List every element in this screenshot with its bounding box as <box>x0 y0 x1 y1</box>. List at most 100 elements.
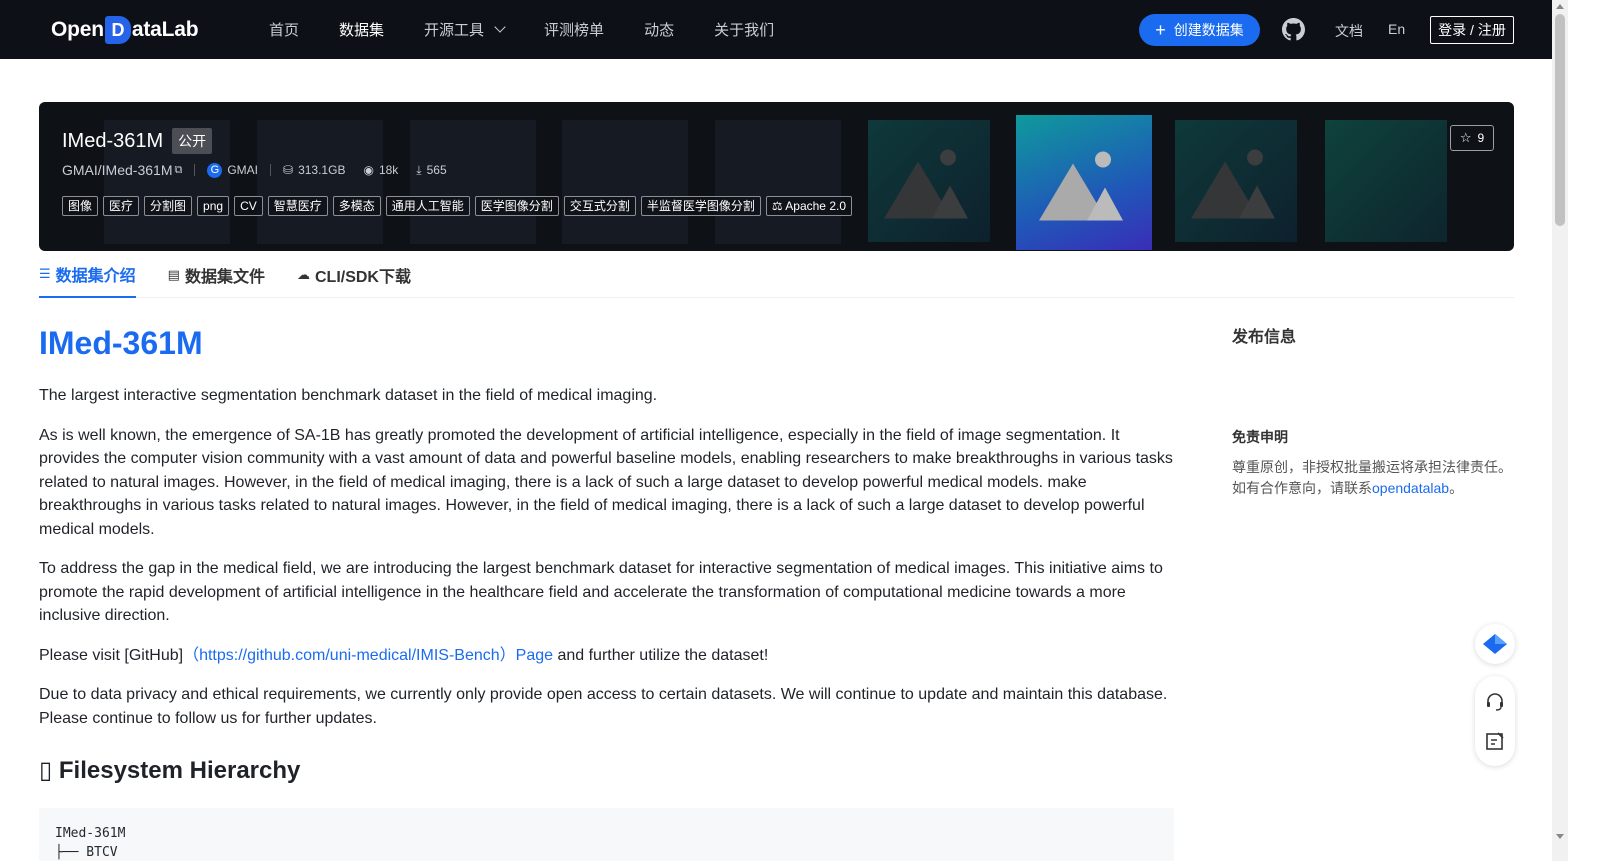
scrollbar[interactable] <box>1552 0 1568 861</box>
tag[interactable]: 医疗 <box>103 196 140 216</box>
preview-thumbnail[interactable] <box>868 120 990 242</box>
scroll-up-arrow-icon[interactable] <box>1556 4 1564 9</box>
org-name[interactable]: GMAI <box>227 163 258 177</box>
download-icon: ⤓ <box>416 162 422 177</box>
dataset-title: IMed-361M <box>62 129 164 152</box>
nav-item-leaderboard[interactable]: 评测榜单 <box>544 19 604 40</box>
tab-intro[interactable]: ☰ 数据集介绍 <box>39 258 136 298</box>
database-icon: ☰ <box>39 266 51 281</box>
tag[interactable]: 通用人工智能 <box>385 196 470 216</box>
preview-thumbnail[interactable] <box>1175 120 1297 242</box>
logo-text-datalab: ataLab <box>131 18 199 41</box>
views-stat: ◉ 18k <box>363 163 398 177</box>
license-label: Apache 2.0 <box>785 199 846 213</box>
file-icon: ▤ <box>167 267 180 282</box>
readme-text: and further utilize the dataset! <box>553 646 769 664</box>
star-count: 9 <box>1477 131 1485 145</box>
create-dataset-button[interactable]: + 创建数据集 <box>1139 14 1260 46</box>
dataset-banner: IMed-361M 公开 ☆ 9 GMAI/IMed-361M ⧉ G GMAI … <box>39 102 1514 251</box>
license-tag[interactable]: ⚖ Apache 2.0 <box>765 196 852 216</box>
preview-thumbnail[interactable] <box>257 120 383 244</box>
star-button[interactable]: ☆ 9 <box>1450 125 1494 151</box>
readme-paragraph-link: Please visit [GitHub]（https://github.com… <box>39 644 1174 668</box>
image-placeholder-icon <box>1191 149 1275 219</box>
disk-icon: ⛁ <box>283 163 294 177</box>
headset-icon[interactable] <box>1485 692 1505 712</box>
tag[interactable]: 分割图 <box>144 196 193 216</box>
opendatalab-contact-link[interactable]: opendatalab <box>1372 480 1449 496</box>
dataset-title-row: IMed-361M 公开 <box>62 128 213 154</box>
readme-heading: IMed-361M <box>39 325 203 361</box>
views-value: 18k <box>378 163 399 177</box>
nav-item-about[interactable]: 关于我们 <box>714 19 774 40</box>
readme-paragraph: As is well known, the emergence of SA-1B… <box>39 426 1173 538</box>
scrollbar-thumb[interactable] <box>1555 14 1565 226</box>
disclaimer-end: 。 <box>1449 480 1464 496</box>
preview-thumbnail-active[interactable] <box>1016 115 1152 250</box>
logo-d-icon: D <box>104 16 131 44</box>
section-heading-text: Filesystem Hierarchy <box>58 757 301 784</box>
login-register-button[interactable]: 登录 / 注册 <box>1430 16 1514 44</box>
assistant-logo-icon <box>1483 634 1507 654</box>
tag-list: 图像 医疗 分割图 png CV 智慧医疗 多模态 通用人工智能 医学图像分割 … <box>62 196 857 216</box>
tag[interactable]: 图像 <box>62 196 99 216</box>
cloud-download-icon: ☁ <box>296 267 310 282</box>
tag[interactable]: 医学图像分割 <box>474 196 559 216</box>
visibility-badge: 公开 <box>172 128 213 154</box>
copy-icon[interactable]: ⧉ <box>174 164 182 177</box>
scale-icon: ⚖ <box>771 199 783 213</box>
github-icon[interactable] <box>1282 18 1305 41</box>
tab-files[interactable]: ▤ 数据集文件 <box>168 258 265 298</box>
org-avatar: G <box>207 162 223 178</box>
tag[interactable]: 交互式分割 <box>563 196 636 216</box>
tag[interactable]: 半监督医学图像分割 <box>640 196 761 216</box>
sidebar: 发布信息 免责申明 尊重原创，非授权批量搬运将承担法律责任。如有合作意向，请联系… <box>1232 320 1522 499</box>
readme-paragraph: The largest interactive segmentation ben… <box>39 387 658 404</box>
missing-glyph-icon: ▯ <box>39 757 53 784</box>
preview-thumbnail[interactable] <box>1325 120 1447 242</box>
logo[interactable]: Open DataLab <box>51 14 199 46</box>
divider <box>194 164 196 176</box>
readme-text: Please visit [GitHub] <box>39 646 184 664</box>
nav-item-home[interactable]: 首页 <box>269 19 299 40</box>
chevron-down-icon <box>494 21 506 33</box>
preview-thumbnail[interactable] <box>410 120 536 244</box>
size-value: 313.1GB <box>298 163 346 177</box>
preview-thumbnail[interactable] <box>715 120 841 244</box>
assistant-float-button[interactable] <box>1475 624 1515 664</box>
downloads-stat: ⤓ 565 <box>416 163 446 178</box>
nav-item-news[interactable]: 动态 <box>644 19 674 40</box>
tag[interactable]: 智慧医疗 <box>267 196 328 216</box>
image-placeholder-icon <box>884 149 968 219</box>
downloads-value: 565 <box>426 163 447 177</box>
section-heading: ▯ Filesystem Hierarchy <box>39 756 1174 785</box>
code-block: IMed-361M ├── BTCV │ ├── image <box>39 808 1174 861</box>
dataset-tabs: ☰ 数据集介绍 ▤ 数据集文件 ☁ CLI/SDK下载 <box>39 258 1514 298</box>
tag[interactable]: CV <box>234 196 263 216</box>
logo-text-open: Open <box>51 18 104 41</box>
tab-cli-sdk-label: CLI/SDK下载 <box>314 269 411 286</box>
preview-thumbnail[interactable] <box>562 120 688 244</box>
star-icon: ☆ <box>1459 130 1472 145</box>
dataset-readme: IMed-361M The largest interactive segmen… <box>39 320 1174 861</box>
github-link[interactable]: （https://github.com/uni-medical/IMIS-Ben… <box>183 647 553 664</box>
eye-icon: ◉ <box>363 163 374 177</box>
publish-info-title: 发布信息 <box>1232 329 1297 346</box>
nav-docs-link[interactable]: 文档 <box>1335 21 1363 41</box>
feedback-edit-icon[interactable] <box>1485 731 1505 751</box>
nav-item-tools[interactable]: 开源工具 <box>424 19 506 40</box>
language-switch[interactable]: En <box>1388 21 1405 37</box>
create-dataset-label: 创建数据集 <box>1173 22 1244 38</box>
nav-item-datasets[interactable]: 数据集 <box>339 19 384 40</box>
image-placeholder-icon <box>1039 151 1123 220</box>
disclaimer-text: 尊重原创，非授权批量搬运将承担法律责任。如有合作意向，请联系opendatala… <box>1232 457 1522 499</box>
tab-intro-label: 数据集介绍 <box>55 268 136 285</box>
nav-item-tools-label: 开源工具 <box>424 22 485 39</box>
tag[interactable]: png <box>197 196 230 216</box>
tag[interactable]: 多模态 <box>332 196 381 216</box>
divider <box>270 164 272 176</box>
top-nav: Open DataLab 首页 数据集 开源工具 评测榜单 动态 关于我们 + 创建… <box>0 0 1552 59</box>
size-stat: ⛁ 313.1GB <box>283 163 345 177</box>
tab-cli-sdk[interactable]: ☁ CLI/SDK下载 <box>297 258 411 298</box>
scroll-down-arrow-icon[interactable] <box>1556 834 1564 839</box>
